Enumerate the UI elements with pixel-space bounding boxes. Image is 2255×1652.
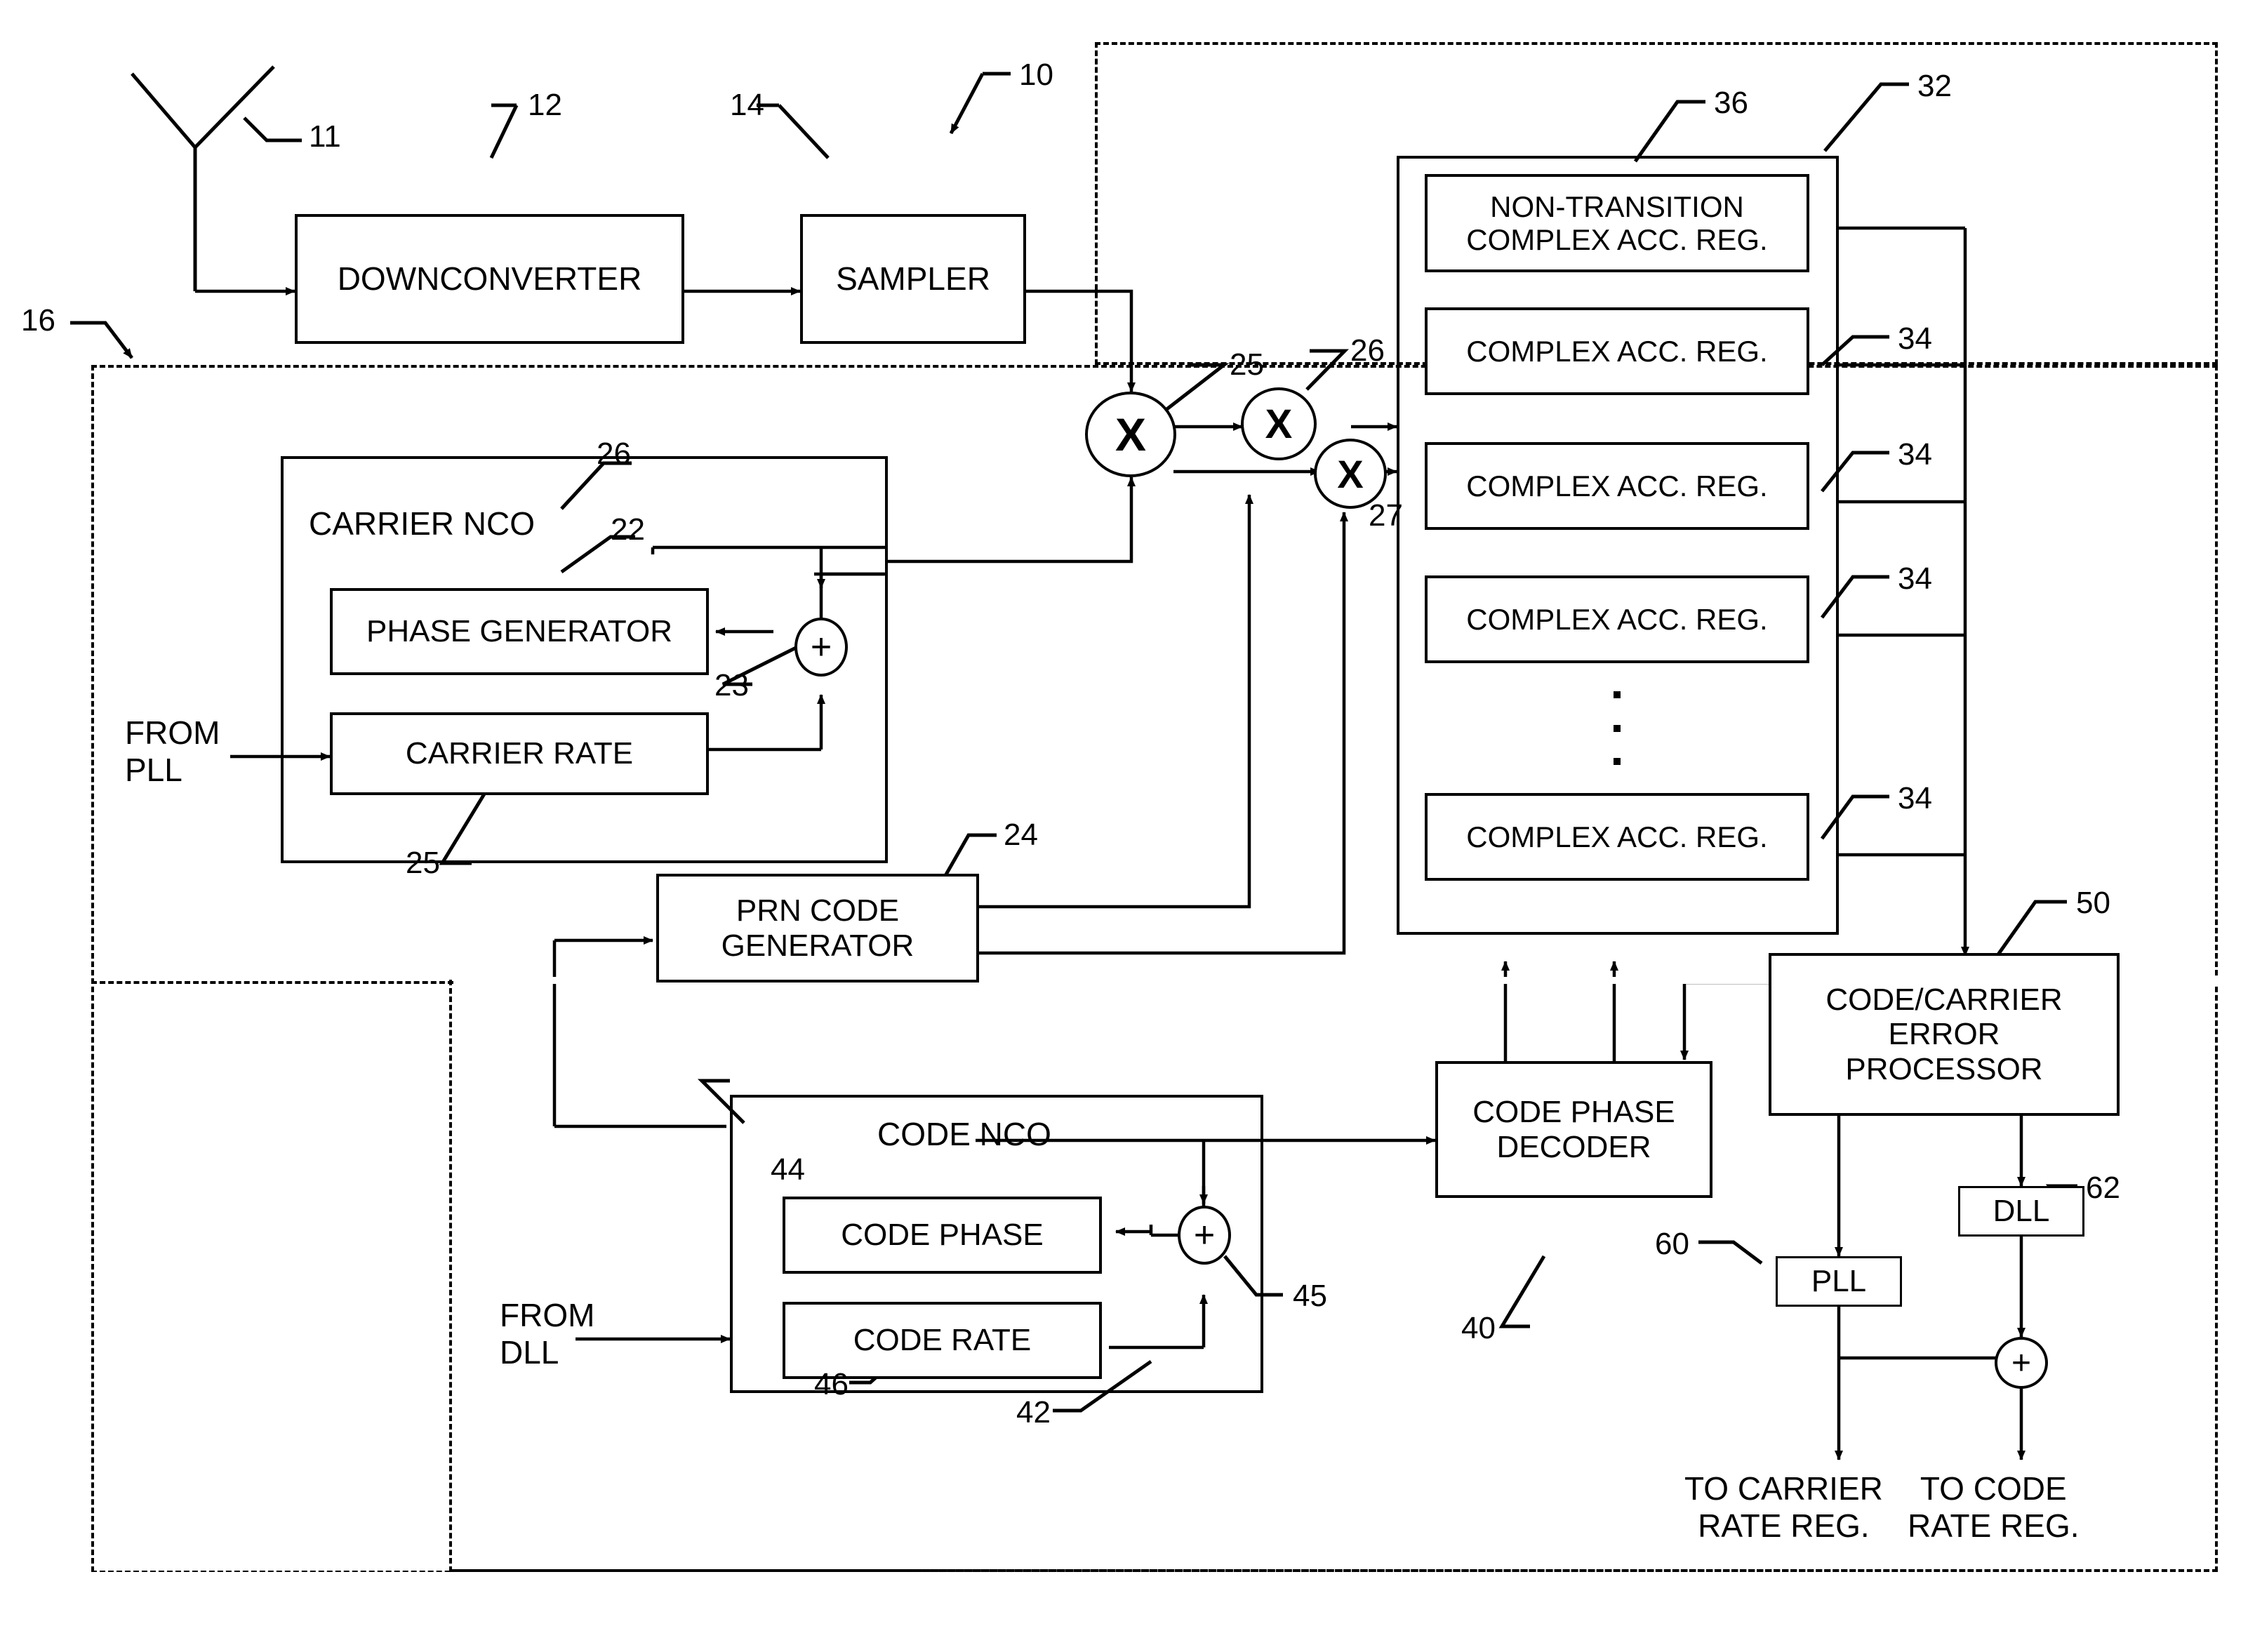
- tracking-lower-top-edge: [91, 977, 453, 984]
- ref-10: 10: [1019, 58, 1053, 92]
- pll-block[interactable]: PLL: [1776, 1256, 1902, 1307]
- ref-25-mixer: 25: [1230, 347, 1264, 382]
- error-processor-block[interactable]: CODE/CARRIER ERROR PROCESSOR: [1769, 953, 2120, 1116]
- downconverter-label: DOWNCONVERTER: [337, 260, 642, 297]
- ref-27-mixer: 27: [1369, 498, 1403, 533]
- complex-acc-register-label-2: COMPLEX ACC. REG.: [1466, 469, 1768, 502]
- ref-50: 50: [2076, 886, 2110, 920]
- ref-11: 11: [309, 119, 341, 154]
- ref-34-d: 34: [1898, 781, 1932, 815]
- ref-26-mixer: 26: [1350, 333, 1385, 368]
- sampler-block[interactable]: SAMPLER: [800, 214, 1026, 344]
- vertical-ellipsis-icon: [1613, 691, 1621, 765]
- code-phase-decoder-label: CODE PHASE DECODER: [1472, 1095, 1675, 1164]
- complex-acc-register-1[interactable]: COMPLEX ACC. REG.: [1425, 307, 1809, 395]
- ref-22: 22: [611, 512, 645, 547]
- ref-26-carrier-nco: 26: [597, 437, 631, 471]
- ref-44: 44: [771, 1152, 805, 1187]
- ref-60: 60: [1655, 1227, 1689, 1261]
- from-dll-label: FROM DLL: [500, 1297, 595, 1371]
- ref-14: 14: [730, 88, 764, 122]
- code-nco-title: CODE NCO: [877, 1116, 1051, 1152]
- complex-acc-register-label-3: COMPLEX ACC. REG.: [1466, 602, 1768, 636]
- mixer-carrier: X: [1085, 392, 1176, 477]
- multiply-icon-2: X: [1265, 401, 1293, 447]
- ref-42: 42: [1016, 1395, 1051, 1430]
- ref-24: 24: [1004, 818, 1038, 852]
- code-phase-decoder-block[interactable]: CODE PHASE DECODER: [1435, 1061, 1712, 1198]
- complex-acc-register-2[interactable]: COMPLEX ACC. REG.: [1425, 442, 1809, 530]
- code-phase-label: CODE PHASE: [841, 1218, 1044, 1253]
- error-processor-label: CODE/CARRIER ERROR PROCESSOR: [1825, 982, 2063, 1086]
- ref-46: 46: [814, 1367, 849, 1401]
- complex-acc-register-n[interactable]: COMPLEX ACC. REG.: [1425, 793, 1809, 881]
- prn-code-generator-label: PRN CODE GENERATOR: [721, 893, 914, 963]
- ref-12: 12: [528, 88, 562, 122]
- dll-block[interactable]: DLL: [1958, 1186, 2084, 1237]
- non-transition-register[interactable]: NON-TRANSITION COMPLEX ACC. REG.: [1425, 174, 1809, 272]
- dll-label: DLL: [1993, 1194, 2050, 1229]
- code-phase-block[interactable]: CODE PHASE: [783, 1197, 1102, 1274]
- prn-code-generator-block[interactable]: PRN CODE GENERATOR: [656, 874, 979, 982]
- ref-23: 23: [714, 668, 749, 702]
- ref-34-a: 34: [1898, 321, 1932, 356]
- ref-25-carrier-rate: 25: [406, 846, 440, 880]
- phase-generator-label: PHASE GENERATOR: [366, 614, 673, 649]
- from-pll-label: FROM PLL: [125, 714, 220, 788]
- to-carrier-rate-reg-label: TO CARRIER RATE REG.: [1684, 1470, 1883, 1544]
- patent-figure-canvas: DOWNCONVERTER SAMPLER CARRIER NCO PHASE …: [0, 0, 2255, 1652]
- complex-acc-register-3[interactable]: COMPLEX ACC. REG.: [1425, 575, 1809, 663]
- code-adder: +: [1178, 1206, 1231, 1265]
- ref-40: 40: [1461, 1311, 1496, 1345]
- mixer-early: X: [1241, 387, 1317, 460]
- plus-icon: +: [810, 627, 832, 667]
- dashed-mask-left: [94, 982, 452, 1571]
- multiply-icon-3: X: [1337, 451, 1364, 496]
- complex-acc-register-label-1: COMPLEX ACC. REG.: [1466, 334, 1768, 368]
- phase-generator-block[interactable]: PHASE GENERATOR: [330, 588, 709, 675]
- carrier-nco-title: CARRIER NCO: [309, 505, 536, 542]
- output-adder: +: [1995, 1337, 2048, 1389]
- pll-label: PLL: [1811, 1264, 1867, 1299]
- to-code-rate-reg-label: TO CODE RATE REG.: [1908, 1470, 2080, 1544]
- complex-acc-register-label-n: COMPLEX ACC. REG.: [1466, 820, 1768, 853]
- ref-36: 36: [1714, 86, 1748, 120]
- carrier-rate-block[interactable]: CARRIER RATE: [330, 712, 709, 795]
- non-transition-register-label: NON-TRANSITION COMPLEX ACC. REG.: [1466, 189, 1768, 256]
- plus-icon-code: +: [1193, 1215, 1216, 1255]
- ref-45: 45: [1293, 1279, 1327, 1313]
- code-rate-label: CODE RATE: [853, 1323, 1032, 1358]
- ref-62: 62: [2086, 1171, 2120, 1205]
- ref-34-b: 34: [1898, 437, 1932, 472]
- downconverter-block[interactable]: DOWNCONVERTER: [295, 214, 684, 344]
- ref-16: 16: [21, 303, 55, 338]
- multiply-icon-1: X: [1115, 408, 1147, 460]
- ref-32: 32: [1917, 69, 1952, 103]
- carrier-adder: +: [794, 618, 848, 677]
- sampler-label: SAMPLER: [836, 260, 990, 297]
- plus-icon-output: +: [2011, 1344, 2032, 1382]
- carrier-rate-label: CARRIER RATE: [405, 736, 634, 771]
- ref-34-c: 34: [1898, 561, 1932, 596]
